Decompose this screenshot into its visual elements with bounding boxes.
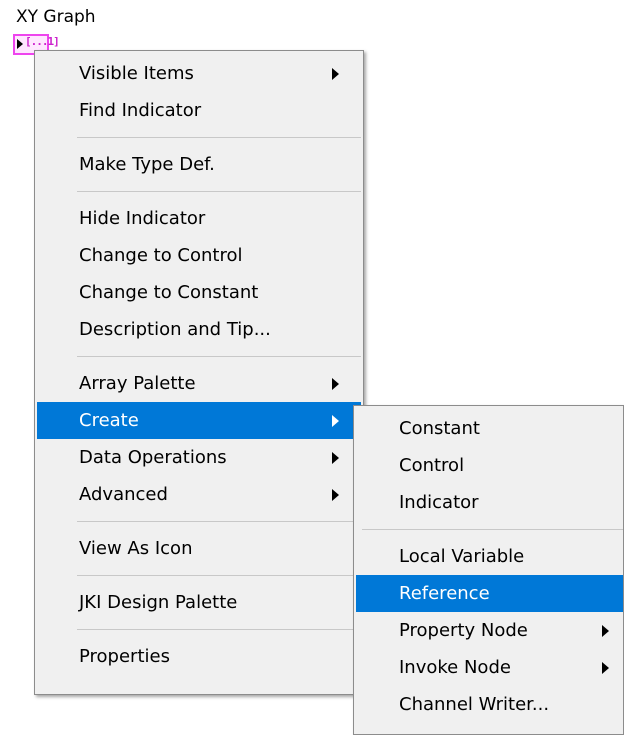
menu-item-advanced[interactable]: Advanced [37,476,361,513]
menu-item-label: Property Node [399,620,528,641]
submenu-item-invoke-node[interactable]: Invoke Node [356,649,623,686]
menu-item-label: Advanced [79,484,168,505]
menu-item-make-type-def[interactable]: Make Type Def. [37,146,361,183]
terminal-arrow-icon [17,39,23,49]
menu-item-label: Hide Indicator [79,208,206,229]
menu-separator [77,521,361,522]
menu-item-label: Make Type Def. [79,154,215,175]
menu-separator [77,191,361,192]
menu-item-hide-indicator[interactable]: Hide Indicator [37,200,361,237]
context-menu: Visible Items Find Indicator Make Type D… [34,50,364,695]
submenu-item-constant[interactable]: Constant [356,410,623,447]
menu-item-view-as-icon[interactable]: View As Icon [37,530,361,567]
menu-item-label: Indicator [399,492,479,513]
menu-item-find-indicator[interactable]: Find Indicator [37,92,361,129]
menu-item-label: Reference [399,583,490,604]
menu-item-jki-design-palette[interactable]: JKI Design Palette [37,584,361,621]
menu-item-label: Find Indicator [79,100,202,121]
menu-separator [77,356,361,357]
menu-item-label: Invoke Node [399,657,511,678]
menu-item-label: Description and Tip... [79,319,271,340]
menu-item-create[interactable]: Create [37,402,361,439]
menu-item-label: Change to Constant [79,282,259,303]
menu-item-label: Create [79,410,139,431]
menu-item-visible-items[interactable]: Visible Items [37,55,361,92]
menu-item-label: JKI Design Palette [79,592,238,613]
menu-item-label: Array Palette [79,373,196,394]
submenu-item-property-node[interactable]: Property Node [356,612,623,649]
create-submenu: Constant Control Indicator Local Variabl… [353,405,624,735]
submenu-arrow-icon [332,378,339,390]
submenu-arrow-icon [602,662,609,674]
menu-item-data-operations[interactable]: Data Operations [37,439,361,476]
menu-item-change-to-control[interactable]: Change to Control [37,237,361,274]
menu-item-label: Local Variable [399,546,525,567]
menu-item-label: Data Operations [79,447,227,468]
menu-item-properties[interactable]: Properties [37,638,361,675]
menu-item-description-and-tip[interactable]: Description and Tip... [37,311,361,348]
menu-item-label: Channel Writer... [399,694,550,715]
submenu-item-local-variable[interactable]: Local Variable [356,538,623,575]
submenu-arrow-icon [602,625,609,637]
submenu-arrow-icon [332,68,339,80]
menu-item-change-to-constant[interactable]: Change to Constant [37,274,361,311]
menu-item-label: Constant [399,418,480,439]
menu-separator [77,575,361,576]
menu-separator [362,529,623,530]
submenu-arrow-icon [332,452,339,464]
submenu-item-indicator[interactable]: Indicator [356,484,623,521]
menu-item-label: Properties [79,646,170,667]
menu-separator [77,137,361,138]
terminal-code: [...1] [25,35,60,48]
menu-item-label: Change to Control [79,245,243,266]
submenu-item-channel-writer[interactable]: Channel Writer... [356,686,623,723]
submenu-item-reference[interactable]: Reference [356,575,623,612]
menu-item-label: Visible Items [79,63,194,84]
menu-item-array-palette[interactable]: Array Palette [37,365,361,402]
xy-graph-label: XY Graph [16,7,96,27]
submenu-arrow-icon [332,415,339,427]
menu-separator [77,629,361,630]
menu-item-label: Control [399,455,465,476]
labview-canvas: XY Graph [...1] Visible Items Find Indic… [0,0,624,735]
submenu-item-control[interactable]: Control [356,447,623,484]
submenu-arrow-icon [332,489,339,501]
menu-item-label: View As Icon [79,538,193,559]
